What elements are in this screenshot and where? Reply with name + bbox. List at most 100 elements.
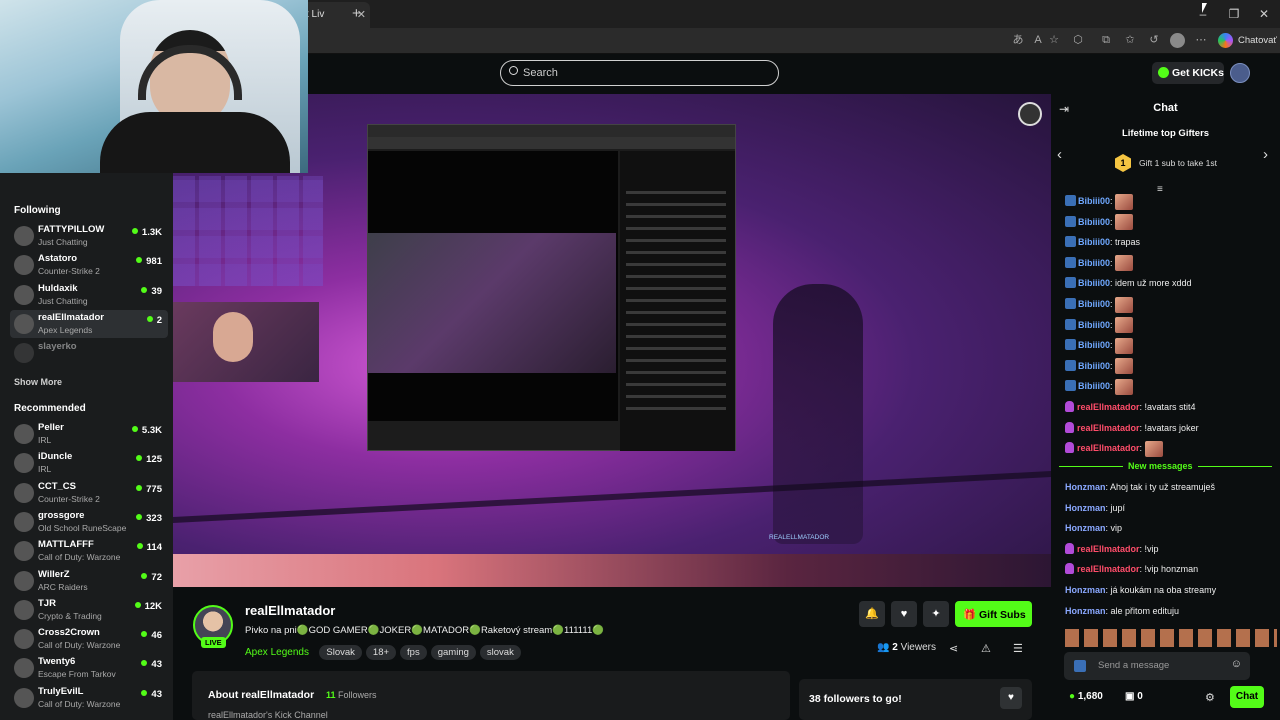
- channel-points[interactable]: ● 1,680: [1069, 691, 1103, 702]
- chat-username[interactable]: Bibiii00: [1078, 258, 1110, 268]
- chat-message: Bibiii00:: [1065, 192, 1134, 210]
- gifters-next-icon[interactable]: ›: [1263, 146, 1268, 163]
- chat-username[interactable]: realEllmatador: [1077, 402, 1140, 412]
- chat-username[interactable]: Bibiii00: [1078, 381, 1110, 391]
- gear-icon[interactable]: [1018, 102, 1042, 126]
- microphone-badge-icon: [1065, 542, 1074, 554]
- tag-chip[interactable]: fps: [400, 645, 427, 660]
- sidebar-item-cross2crown[interactable]: Cross2Crown Call of Duty: Warzone 46: [10, 625, 168, 653]
- streamer-name[interactable]: realEllmatador: [245, 603, 335, 618]
- sidebar-item-grossgore[interactable]: grossgore Old School RuneScape 323: [10, 508, 168, 536]
- gifters-prev-icon[interactable]: ‹: [1057, 146, 1062, 163]
- chat-username[interactable]: Honzman: [1065, 606, 1106, 616]
- sparkle-button[interactable]: ✦: [923, 601, 949, 627]
- top-gifters-title: Lifetime top Gifters: [1121, 128, 1210, 139]
- profile-avatar[interactable]: [1170, 33, 1185, 48]
- sidebar-item-peller[interactable]: Peller IRL 5.3K: [10, 420, 168, 448]
- chat-username[interactable]: Bibiii00: [1078, 361, 1110, 371]
- tag-chip[interactable]: slovak: [479, 645, 521, 660]
- chat-username[interactable]: realEllmatador: [1077, 544, 1140, 554]
- player-nametag: REALELLMATADOR: [769, 534, 830, 541]
- sidebar-item-fattypillow[interactable]: FATTYPILLOW Just Chatting 1.3K: [10, 222, 168, 250]
- goal-heart-button[interactable]: ♥: [1000, 687, 1022, 709]
- chat-username[interactable]: Honzman: [1065, 523, 1106, 533]
- mod-icon[interactable]: ☰: [1013, 642, 1023, 655]
- sidebar-item-huldaxik[interactable]: Huldaxik Just Chatting 39: [10, 281, 168, 309]
- chat-username[interactable]: realEllmatador: [1077, 564, 1140, 574]
- show-more-button[interactable]: Show More: [14, 377, 62, 387]
- chat-username[interactable]: realEllmatador: [1077, 423, 1140, 433]
- minimize-icon[interactable]: –: [1195, 6, 1211, 22]
- channel-category: Call of Duty: Warzone: [38, 552, 121, 563]
- nested-addressbar: [368, 137, 735, 149]
- sidebar-item-twenty6[interactable]: Twenty6 Escape From Tarkov 43: [10, 654, 168, 682]
- report-icon[interactable]: ⚠: [981, 642, 991, 655]
- follow-heart-button[interactable]: ♥: [891, 601, 917, 627]
- copilot-icon[interactable]: [1218, 33, 1233, 48]
- sidebar-item-cct_cs[interactable]: CCT_CS Counter-Strike 2 775: [10, 479, 168, 507]
- chat-username[interactable]: Bibiii00: [1078, 237, 1110, 247]
- kick-badge-icon: [1065, 318, 1076, 330]
- sidebar-item-tjr[interactable]: TJR Crypto & Trading 12K: [10, 596, 168, 624]
- favorite-star-icon[interactable]: ☆: [1046, 32, 1062, 48]
- tag-chip[interactable]: gaming: [430, 645, 476, 660]
- category-link[interactable]: Apex Legends: [245, 647, 309, 658]
- kick-badge-icon: [1065, 380, 1076, 392]
- chat-username[interactable]: Honzman: [1065, 585, 1106, 595]
- copilot-label[interactable]: Chatovať: [1238, 35, 1277, 46]
- restore-icon[interactable]: ❐: [1226, 6, 1242, 22]
- chat-send-button[interactable]: Chat: [1230, 686, 1264, 708]
- chat-username[interactable]: Bibiii00: [1078, 340, 1110, 350]
- chat-settings-icon[interactable]: ⚙: [1205, 691, 1215, 704]
- avatar: [14, 284, 34, 305]
- microphone-badge-icon: [1065, 401, 1074, 412]
- read-aloud-icon[interactable]: あ: [1010, 32, 1026, 48]
- tag-chip[interactable]: 18+: [365, 645, 397, 660]
- channel-category: IRL: [38, 464, 52, 475]
- new-messages-label[interactable]: New messages: [1123, 461, 1198, 471]
- notification-bell-button[interactable]: 🔔: [859, 601, 885, 627]
- gift-subs-button[interactable]: 🎁 Gift Subs: [955, 601, 1032, 627]
- sidebar-item-trulyevill[interactable]: TrulyEvilL Call of Duty: Warzone 43: [10, 684, 168, 712]
- new-tab-button[interactable]: +: [352, 5, 361, 22]
- followers-count: 11: [326, 690, 336, 700]
- chat-username[interactable]: Bibiii00: [1078, 320, 1110, 330]
- chat-username[interactable]: Bibiii00: [1078, 299, 1110, 309]
- sidebar-item-willerz[interactable]: WillerZ ARC Raiders 72: [10, 567, 168, 595]
- user-avatar[interactable]: [1230, 63, 1250, 83]
- split-screen-icon[interactable]: ⧉: [1098, 32, 1114, 48]
- history-icon[interactable]: ↺: [1146, 32, 1162, 48]
- chat-username[interactable]: Bibiii00: [1078, 217, 1110, 227]
- sidebar-item-astatoro[interactable]: Astatoro Counter-Strike 2 981: [10, 251, 168, 279]
- sidebar-item-mattlafff[interactable]: MATTLAFFF Call of Duty: Warzone 114: [10, 537, 168, 565]
- search-input[interactable]: Search: [500, 60, 779, 86]
- get-kicks-button[interactable]: Get KICKs: [1152, 62, 1224, 84]
- railing: [173, 470, 1051, 524]
- points-value: 1,680: [1077, 691, 1103, 702]
- close-window-icon[interactable]: ✕: [1256, 6, 1272, 22]
- sidebar-item-slayerko[interactable]: slayerko: [10, 339, 168, 367]
- channel-name: MATTLAFFF: [38, 539, 94, 551]
- extensions-icon[interactable]: ⬡: [1070, 32, 1086, 48]
- chat-username[interactable]: realEllmatador: [1077, 443, 1140, 453]
- chat-input[interactable]: Send a message ☺: [1064, 652, 1250, 680]
- emoji-icon[interactable]: ☺: [1231, 658, 1242, 670]
- channel-name: Twenty6: [38, 656, 76, 668]
- share-icon[interactable]: ⋖: [949, 642, 958, 655]
- recommended-title: Recommended: [14, 403, 86, 414]
- tag-chip[interactable]: Slovak: [319, 645, 362, 660]
- text-size-icon[interactable]: A: [1030, 32, 1046, 48]
- chat-username[interactable]: Bibiii00: [1078, 196, 1110, 206]
- chat-username[interactable]: Honzman: [1065, 503, 1106, 513]
- channel-category: Old School RuneScape: [38, 522, 127, 533]
- sidebar-item-realellmatador[interactable]: realEllmatador Apex Legends 2: [10, 309, 168, 338]
- pinned-toggle-icon[interactable]: ≡: [1157, 184, 1163, 195]
- favorites-icon[interactable]: ✩: [1122, 32, 1138, 48]
- chat-username[interactable]: Honzman: [1065, 482, 1106, 492]
- more-menu-icon[interactable]: ⋯: [1193, 32, 1209, 48]
- chat-username[interactable]: Bibiii00: [1078, 278, 1110, 288]
- chat-message: realEllmatador: !avatars stit4: [1065, 398, 1196, 416]
- viewer-count: 1.3K: [132, 227, 162, 238]
- chat-message: Honzman: jupí: [1065, 499, 1125, 517]
- sidebar-item-iduncle[interactable]: iDuncle IRL 125: [10, 449, 168, 477]
